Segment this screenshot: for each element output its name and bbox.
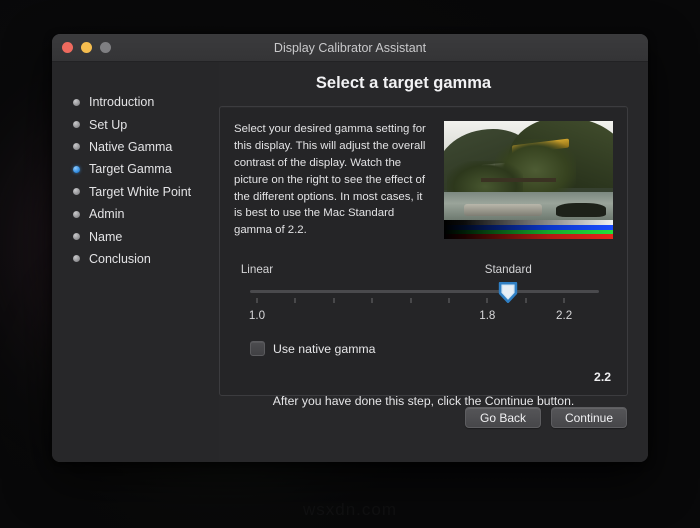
panel-top-row: Select your desired gamma setting for th… [234,121,613,239]
slider-tick-5 [448,298,450,304]
traffic-light-group [52,42,111,53]
gamma-preview-image [444,121,613,239]
slider-tick-label-1-0: 1.0 [248,309,266,323]
gamma-slider-block: Linear Standard 1.0 1.8 2.2 [234,263,613,337]
zoom-button-icon [100,42,111,53]
sidebar-item-native-gamma[interactable]: Native Gamma [52,136,219,158]
slider-tick-label-1-8: 1.8 [479,309,496,323]
slider-tick-3 [371,298,373,304]
sidebar-item-label: Target White Point [89,184,192,199]
steps-sidebar: Introduction Set Up Native Gamma Target … [52,62,219,462]
go-back-button[interactable]: Go Back [465,407,541,428]
preview-photo [444,121,613,220]
step-hint-text: After you have done this step, click the… [272,394,575,409]
desktop-background: wsxdn.com Display Calibrator Assistant I… [0,0,700,528]
page-title: Select a target gamma [315,74,492,92]
color-bar-red [444,234,613,239]
photo-stone-wall [464,204,542,217]
window-body: Introduction Set Up Native Gamma Target … [52,62,648,462]
step-bullet-icon [73,188,80,196]
color-bar-strip [444,220,613,239]
sidebar-item-label: Native Gamma [89,139,173,154]
sidebar-item-conclusion[interactable]: Conclusion [52,248,219,270]
use-native-gamma-row[interactable]: Use native gamma [234,341,613,357]
slider-tick-2 [333,298,335,304]
slider-tick-4 [410,298,412,304]
step-bullet-icon [73,121,80,129]
step-bullet-icon [73,143,80,151]
use-native-gamma-checkbox[interactable] [250,341,265,357]
step-bullet-icon [73,98,80,106]
slider-tick-marks [250,298,599,304]
gamma-slider[interactable]: Linear Standard 1.0 1.8 2.2 [241,263,599,337]
slider-label-standard: Standard [484,263,532,277]
close-button-icon[interactable] [62,42,73,53]
gamma-value-display: 2.2 [594,370,611,385]
sidebar-item-label: Set Up [89,117,128,132]
slider-thumb[interactable] [499,282,518,304]
step-bullet-icon [73,210,80,218]
slider-label-linear: Linear [240,263,274,277]
display-calibrator-window: Display Calibrator Assistant Introductio… [52,34,648,462]
sidebar-item-target-gamma[interactable]: Target Gamma [52,158,219,180]
description-text: Select your desired gamma setting for th… [234,123,426,237]
sidebar-item-set-up[interactable]: Set Up [52,113,219,135]
slider-tick-1 [294,298,296,304]
minimize-button-icon[interactable] [81,42,92,53]
slider-tick-8 [563,298,565,304]
sidebar-item-target-white-point[interactable]: Target White Point [52,181,219,203]
content-panel: Select your desired gamma setting for th… [219,106,628,408]
slider-tick-0 [256,298,258,304]
watermark-text: wsxdn.com [0,500,700,520]
footer-buttons: Go Back Continue [219,407,628,428]
sidebar-item-admin[interactable]: Admin [52,203,219,225]
window-title: Display Calibrator Assistant [273,40,427,55]
sidebar-item-label: Name [89,229,123,244]
continue-button[interactable]: Continue [551,407,627,428]
slider-track[interactable] [250,290,599,294]
sidebar-item-introduction[interactable]: Introduction [52,91,219,113]
main-content: Select a target gamma Select your desire… [219,62,648,462]
sidebar-item-label: Admin [89,207,125,222]
step-bullet-active-icon [73,165,80,173]
step-bullet-icon [73,255,80,263]
sidebar-item-label: Introduction [89,95,155,110]
sidebar-item-label: Target Gamma [89,162,172,177]
slider-tick-6 [486,298,488,304]
window-titlebar: Display Calibrator Assistant [52,34,648,62]
use-native-gamma-label: Use native gamma [273,341,376,356]
sidebar-item-label: Conclusion [89,251,151,266]
sidebar-item-name[interactable]: Name [52,225,219,247]
slider-tick-7 [525,298,527,304]
photo-deck [481,178,556,183]
photo-rock [555,203,607,218]
step-bullet-icon [73,233,80,241]
slider-tick-label-2-2: 2.2 [556,309,573,323]
